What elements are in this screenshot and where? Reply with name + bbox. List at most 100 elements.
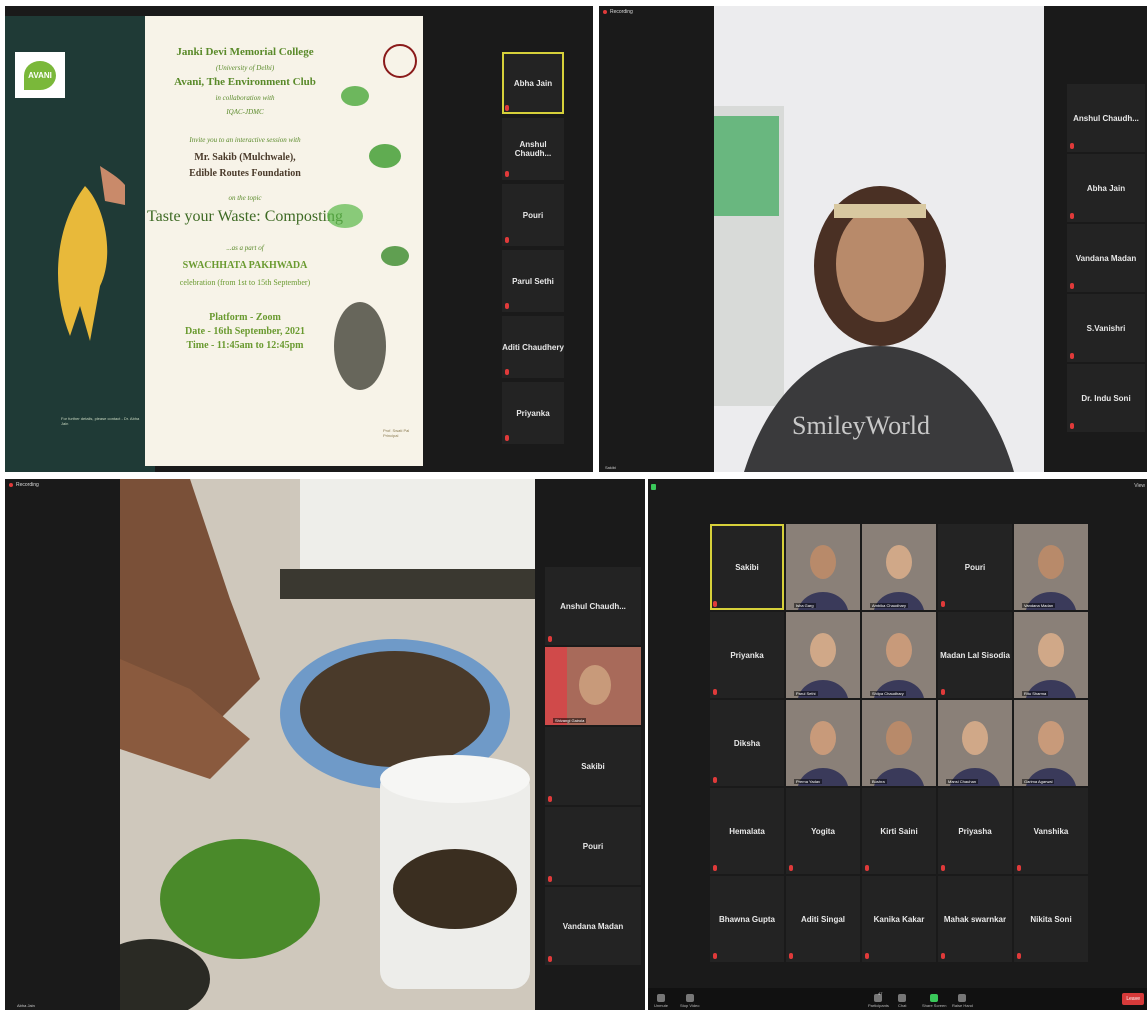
- view-button[interactable]: View: [1134, 483, 1145, 489]
- mic-muted-icon: [1070, 423, 1074, 429]
- participant-tile[interactable]: Bushra: [862, 700, 936, 786]
- participant-tile[interactable]: Shilpa Chaudhary: [862, 612, 936, 698]
- participant-video-tile[interactable]: Shivangi Gairola: [545, 647, 641, 725]
- participant-tile[interactable]: Pouri: [502, 184, 564, 246]
- participant-tile[interactable]: Vandana Madan: [1067, 224, 1145, 292]
- college-name: Janki Devi Memorial College: [176, 46, 314, 58]
- mic-muted-icon: [713, 865, 717, 871]
- participant-tile[interactable]: Mahak swarnkar: [938, 876, 1012, 962]
- org-name: Edible Routes Foundation: [189, 168, 301, 179]
- mic-muted-icon: [1070, 213, 1074, 219]
- topic-title: Taste your Waste: Composting: [147, 208, 343, 225]
- poster-left-strip: AVANI For further details, please contac…: [5, 16, 155, 472]
- participant-tile[interactable]: Sakibi: [710, 524, 784, 610]
- mic-muted-icon: [505, 171, 509, 177]
- record-icon: [9, 483, 13, 487]
- participant-tile[interactable]: Bhawna Gupta: [710, 876, 784, 962]
- leave-button[interactable]: Leave: [1122, 993, 1144, 1005]
- participant-tile[interactable]: Isha Garg: [786, 524, 860, 610]
- participant-tile[interactable]: Pouri: [938, 524, 1012, 610]
- mic-muted-icon: [713, 953, 717, 959]
- speaker-video: SmileyWorld: [714, 6, 1044, 472]
- platform-text: Platform - Zoom: [209, 312, 281, 323]
- participant-tile[interactable]: Madan Lal Sisodia: [938, 612, 1012, 698]
- mic-muted-icon: [865, 865, 869, 871]
- participant-tile[interactable]: Anshul Chaudh...: [502, 118, 564, 180]
- stop-video-button[interactable]: Stop Video: [680, 994, 700, 1008]
- mic-muted-icon: [1017, 953, 1021, 959]
- mic-muted-icon: [1017, 865, 1021, 871]
- participant-tile[interactable]: Vandana Madan: [1014, 524, 1088, 610]
- participant-tile[interactable]: Diksha: [710, 700, 784, 786]
- participant-tile[interactable]: Parul Sethi: [502, 250, 564, 312]
- participant-tile[interactable]: Abha Jain: [502, 52, 564, 114]
- mic-muted-icon: [941, 689, 945, 695]
- self-label: Abha Jain: [17, 1003, 35, 1008]
- participant-tile[interactable]: Priyanka: [502, 382, 564, 444]
- chat-button[interactable]: Chat: [898, 994, 906, 1008]
- avani-logo: AVANI: [15, 52, 65, 98]
- participant-tile[interactable]: Ambika Chaudhary: [862, 524, 936, 610]
- mic-muted-icon: [548, 636, 552, 642]
- mic-muted-icon: [865, 953, 869, 959]
- participant-tile[interactable]: Pouri: [545, 807, 641, 885]
- mic-muted-icon: [505, 237, 509, 243]
- participants-count: 47: [878, 991, 883, 996]
- club-name: Avani, The Environment Club: [174, 76, 316, 88]
- participant-tile[interactable]: Mansi Chauhan: [938, 700, 1012, 786]
- participant-tile[interactable]: Sakibi: [545, 727, 641, 805]
- participant-tile[interactable]: Aditi Chaudhery: [502, 316, 564, 378]
- recording-indicator: Recording: [603, 9, 633, 15]
- participant-tile[interactable]: Parul Sethi: [786, 612, 860, 698]
- topic-intro: on the topic: [228, 194, 262, 202]
- participant-tile[interactable]: Priyasha: [938, 788, 1012, 874]
- mic-muted-icon: [713, 777, 717, 783]
- participant-tile[interactable]: Abha Jain: [1067, 154, 1145, 222]
- participant-tile[interactable]: Vanshika: [1014, 788, 1088, 874]
- participant-tile[interactable]: Kirti Saini: [862, 788, 936, 874]
- security-icon[interactable]: [651, 484, 656, 490]
- participants-button[interactable]: Participants: [868, 994, 889, 1008]
- meeting-toolbar: Unmute Stop Video Participants 47 Chat S…: [648, 988, 1147, 1010]
- participant-tile[interactable]: Dr. Indu Soni: [1067, 364, 1145, 432]
- mic-muted-icon: [941, 953, 945, 959]
- shirt-logo: SmileyWorld: [792, 411, 931, 440]
- raise-hand-button[interactable]: Raise Hand: [952, 994, 973, 1008]
- participant-tile[interactable]: Prerna Yadav: [786, 700, 860, 786]
- plant-image: [325, 56, 420, 416]
- participant-tile[interactable]: Nikita Soni: [1014, 876, 1088, 962]
- mic-muted-icon: [548, 956, 552, 962]
- speaker-name: Mr. Sakib (Mulchwale),: [194, 152, 296, 163]
- mic-muted-icon: [505, 303, 509, 309]
- participant-tile[interactable]: S.Vanishri: [1067, 294, 1145, 362]
- event-name: SWACHHATA PAKHWADA: [182, 260, 308, 271]
- participant-tile[interactable]: Priyanka: [710, 612, 784, 698]
- participant-tile[interactable]: Aditi Singal: [786, 876, 860, 962]
- mic-muted-icon: [1070, 353, 1074, 359]
- unmute-button[interactable]: Unmute: [654, 994, 668, 1008]
- participant-tile[interactable]: Anshul Chaudh...: [545, 567, 641, 645]
- poster-share-panel: AVANI For further details, please contac…: [5, 6, 593, 472]
- mic-muted-icon: [505, 435, 509, 441]
- camera-icon: [685, 994, 694, 1002]
- time-text: Time - 11:45am to 12:45pm: [186, 340, 304, 351]
- participant-tile[interactable]: Garima Agarwal: [1014, 700, 1088, 786]
- participant-tile[interactable]: Vandana Madan: [545, 887, 641, 965]
- mic-muted-icon: [713, 601, 717, 607]
- peel-image: [45, 166, 131, 346]
- celebration-text: celebration (from 1st to 15th September): [179, 278, 311, 287]
- iqac-text: IQAC-JDMC: [226, 108, 264, 116]
- mic-muted-icon: [548, 876, 552, 882]
- gallery-grid: Sakibi Isha Garg Ambika Chaudhary Pouri Vand…: [710, 524, 1090, 964]
- mic-muted-icon: [941, 601, 945, 607]
- recording-indicator: Recording: [9, 482, 39, 488]
- participant-tile[interactable]: Ritu Sharma: [1014, 612, 1088, 698]
- hand-icon: [958, 994, 967, 1002]
- share-screen-button[interactable]: Share Screen: [922, 994, 946, 1008]
- poster-body: Janki Devi Memorial College (University …: [145, 16, 423, 466]
- participant-tile[interactable]: Anshul Chaudh...: [1067, 84, 1145, 152]
- participant-tile[interactable]: Yogita: [786, 788, 860, 874]
- participant-tile[interactable]: Hemalata: [710, 788, 784, 874]
- participant-tile[interactable]: Kanika Kakar: [862, 876, 936, 962]
- date-text: Date - 16th September, 2021: [185, 326, 305, 337]
